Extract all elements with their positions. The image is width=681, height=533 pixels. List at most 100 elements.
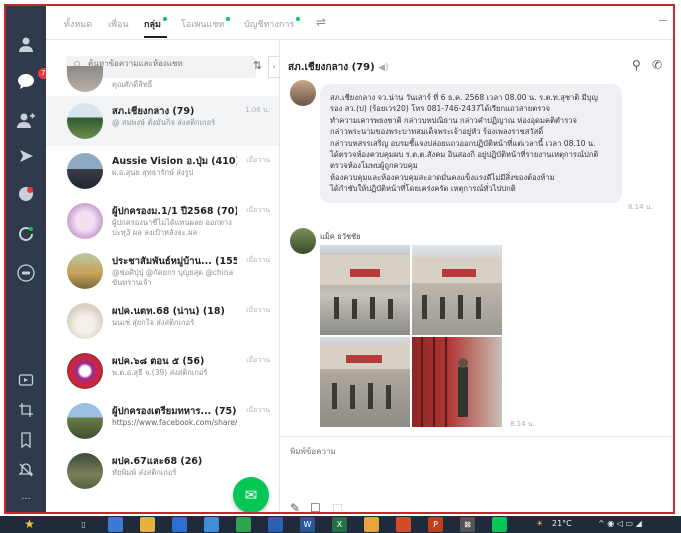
chat-preview: ผ.อ.สุนย สุทธารักษ์ ส่งรูป: [112, 168, 194, 177]
chat-list-item[interactable]: ผู้ปกครองม.1/1 ปี2568 (70) ผู้ปกครองนาซี…: [46, 196, 279, 246]
chat-list-item[interactable]: Aussie Vision อ.ปุ่ม (410) ผ.อ.สุนย สุทธ…: [46, 146, 279, 196]
screenshot-icon[interactable]: ⬚: [332, 501, 343, 512]
sender-avatar: [290, 80, 316, 106]
chat-preview: @ช่อศิปุ่ปุ่ @กัดยกร บุญยสุด @china ขันท…: [112, 268, 234, 287]
tab-friends-label: เพื่อน: [108, 20, 129, 30]
chat-avatar: [67, 453, 103, 489]
message-input[interactable]: [290, 447, 590, 456]
chat-time: 1.06 น.: [245, 106, 270, 114]
store-icon[interactable]: [172, 517, 187, 532]
new-dot-icon: [162, 17, 167, 21]
message-line: ทำความเคารพธงชาติ กล่าวบทปณิธาน กล่าวคำป…: [330, 115, 577, 125]
chat-list-item[interactable]: ผู้ปกครองเตรียมทหาร... (75) https://www.…: [46, 396, 279, 446]
task-view-icon[interactable]: ▯: [76, 517, 91, 532]
chat-category-tabs: ทั้งหมด เพื่อน กลุ่ม โอเพนแชท บัญชีทางกา…: [46, 6, 673, 40]
chat-name-text: ผู้ปกครองเตรียมทหาร...: [112, 406, 212, 417]
attach-file-icon[interactable]: ✎: [290, 501, 300, 512]
widgets-icon[interactable]: ★: [22, 517, 37, 532]
copilot-icon[interactable]: [108, 517, 123, 532]
photo-thumbnail[interactable]: [412, 337, 502, 427]
app-icon[interactable]: ⊠: [460, 517, 475, 532]
browser-icon[interactable]: [268, 517, 283, 532]
line-icon[interactable]: [16, 264, 36, 284]
chat-avatar: [67, 153, 103, 189]
message-line: รอง สว.(ป) (ร้อยเวร20) โทร 081-746-2437ไ…: [330, 104, 550, 114]
photo-thumbnail[interactable]: [320, 245, 410, 335]
more-icon[interactable]: ···: [16, 490, 36, 510]
open-chat-icon[interactable]: [16, 226, 36, 246]
edge-icon[interactable]: [204, 517, 219, 532]
line-taskbar-icon[interactable]: [492, 517, 507, 532]
message-bubble[interactable]: สภ.เชียงกลาง จว.น่าน วันเสาร์ ที่ 6 ธ.ค.…: [320, 84, 622, 203]
add-friend-icon[interactable]: [16, 112, 36, 132]
voom-icon[interactable]: [16, 148, 36, 168]
message-time: 8.14 น.: [628, 203, 653, 211]
chat-list-panel: ⚲ ⇅ ‹ คุณศักดิ์สิทธิ์ สภ.เชียงกลาง (79) …: [46, 40, 280, 512]
chat-preview: คุณศักดิ์สิทธิ์: [112, 80, 153, 89]
search-chat-icon[interactable]: ⚲: [632, 58, 641, 72]
chat-name: ผู้ปกครองม.1/1 ปี2568 (70): [112, 206, 237, 217]
chat-list-item-selected[interactable]: สภ.เชียงกลาง (79) @ สมพงษ์ ตั้งมั่นกิจ ส…: [46, 96, 279, 146]
tab-groups[interactable]: กลุ่ม: [144, 17, 167, 38]
today-icon[interactable]: [16, 186, 36, 206]
chat-list-item[interactable]: คุณศักดิ์สิทธิ์: [46, 66, 279, 96]
mute-icon[interactable]: [16, 462, 36, 482]
chat-list-item[interactable]: ผปค.๖๘ ตอน ๕ (56) พ.ต.อ.สุธี จ.(39) ส่งส…: [46, 346, 279, 396]
chat-avatar: [67, 253, 103, 289]
keep-icon[interactable]: ☐: [310, 501, 321, 512]
chat-name: ผปค.๖๘ ตอน ๕ (56): [112, 356, 205, 367]
chat-time: เมื่อวาน: [246, 206, 270, 214]
chat-member-count: (75): [214, 406, 237, 417]
tab-openchat[interactable]: โอเพนแชท: [181, 17, 231, 31]
chats-icon[interactable]: 73: [16, 68, 53, 92]
call-icon[interactable]: ✆: [652, 58, 662, 72]
chat-avatar: [67, 203, 103, 239]
photo-thumbnail[interactable]: [412, 245, 502, 335]
tab-friends[interactable]: เพื่อน: [108, 17, 129, 31]
tab-all[interactable]: ทั้งหมด: [64, 17, 92, 31]
chat-preview: https://www.facebook.com/share/r/1HJNd8a…: [112, 418, 237, 427]
chat-name: ผู้ปกครองเตรียมทหาร... (75): [112, 404, 237, 419]
photos-app-icon[interactable]: [364, 517, 379, 532]
powerpoint-icon[interactable]: P: [428, 517, 443, 532]
minimize-icon[interactable]: [659, 20, 667, 21]
bookmark-icon[interactable]: [16, 432, 36, 452]
new-dot-icon: [226, 17, 231, 21]
conversation-panel: สภ.เชียงกลาง (79) ◀) ⚲ ✆ สภ.เชียงกลาง จว…: [280, 40, 673, 512]
chat-avatar: [67, 103, 103, 139]
chat-preview: @ สมพงษ์ ตั้งมั่นกิจ ส่งสติกเกอร์: [112, 118, 216, 127]
chat-time: เมื่อวาน: [246, 256, 270, 264]
sender-name: แม็ค ธวัชชัย: [320, 232, 361, 241]
chrome-icon[interactable]: [236, 517, 251, 532]
filter-icon[interactable]: ⇌: [316, 15, 326, 29]
weather-temperature[interactable]: 21°C: [552, 519, 572, 528]
chat-avatar: [67, 303, 103, 339]
word-icon[interactable]: W: [300, 517, 315, 532]
chat-time: เมื่อวาน: [246, 156, 270, 164]
chat-name: Aussie Vision อ.ปุ่ม (410): [112, 156, 237, 167]
chat-list-item[interactable]: ประชาสัมพันธ์หมู่บ้าน... (155) @ช่อศิปุ่…: [46, 246, 279, 296]
chat-name: สภ.เชียงกลาง (79): [112, 106, 195, 117]
message-line: ได้ตรวจห้องควบคุมผบ ร.ต.ต.สังคม อินสองกิ…: [330, 150, 599, 160]
chat-list-item[interactable]: ผปค.นตท.68 (น่าน) (18) นนเช่ สุ่ยกใจ ส่ง…: [46, 296, 279, 346]
crop-icon[interactable]: [16, 402, 36, 422]
tab-all-label: ทั้งหมด: [64, 20, 93, 30]
tab-official[interactable]: บัญชีทางการ: [244, 17, 301, 31]
chat-name: ผปค.นตท.68 (น่าน) (18): [112, 306, 225, 317]
chat-avatar: [67, 403, 103, 439]
new-chat-button[interactable]: ✉: [233, 477, 269, 512]
message-line: กล่าวพระนามของพระบาทสมเด็จพระเจ้าอยู่หัว…: [330, 127, 544, 137]
chat-preview: หัยพิมพ์ ส่งสติกเกอร์: [112, 468, 177, 477]
new-chat-icon: ✉: [244, 486, 258, 504]
conversation-title: สภ.เชียงกลาง (79) ◀): [288, 60, 389, 75]
excel-icon[interactable]: X: [332, 517, 347, 532]
conversation-title-text: สภ.เชียงกลาง (79): [288, 62, 375, 73]
photo-grid[interactable]: [320, 245, 504, 429]
tray-icons[interactable]: ^ ◉ ◁ ▭ ◢: [598, 519, 642, 528]
tab-openchat-label: โอเพนแชท: [181, 20, 225, 30]
friends-icon[interactable]: [16, 36, 36, 56]
file-explorer-icon[interactable]: [140, 517, 155, 532]
chrome-app-icon[interactable]: [396, 517, 411, 532]
photo-thumbnail[interactable]: [320, 337, 410, 427]
media-icon[interactable]: [16, 372, 36, 392]
